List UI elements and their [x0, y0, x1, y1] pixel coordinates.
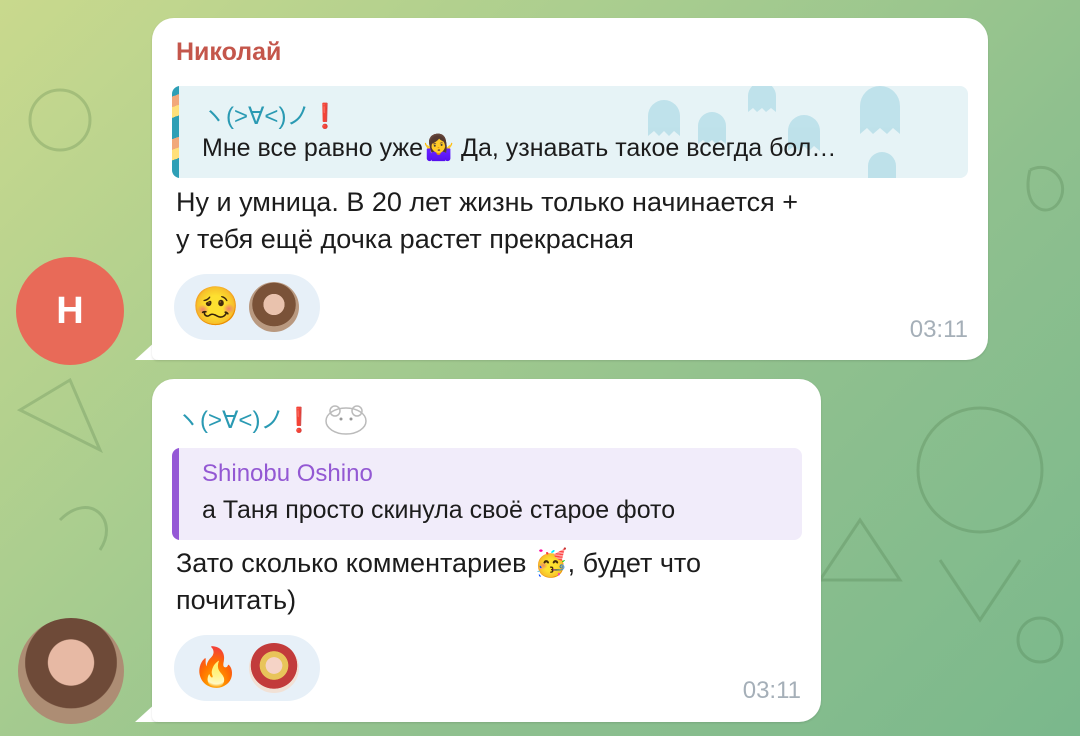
reply-author: ヽ(>∀<)ノ❗	[202, 103, 341, 130]
message-text: Ну и умница. В 20 лет жизнь только начин…	[176, 184, 798, 258]
sender-avatar[interactable]: Н	[16, 257, 124, 365]
avatar-letter: Н	[56, 289, 84, 332]
hamster-sticker-icon	[325, 405, 368, 435]
message-line: у тебя ещё дочка растет прекрасная	[176, 224, 634, 254]
message-time: 03:11	[742, 677, 801, 704]
message-text: Зато сколько комментариев 🥳, будет что п…	[176, 545, 701, 619]
sender-avatar[interactable]	[18, 618, 124, 724]
reactor-avatar	[249, 643, 300, 693]
reaction-emoji: 🔥	[192, 647, 240, 689]
reply-author: Shinobu Oshino	[202, 460, 373, 487]
message-time: 03:11	[909, 316, 968, 343]
message-line: почитать)	[176, 585, 297, 615]
reaction-chip[interactable]: 🔥	[174, 635, 320, 701]
reaction-chip[interactable]: 🥴	[174, 274, 320, 340]
message-line: Ну и умница. В 20 лет жизнь только начин…	[176, 187, 799, 217]
sender-kaomoji: ヽ(>∀<)ノ❗	[176, 406, 315, 434]
ghost-pattern-icon	[648, 86, 900, 178]
message-bubble[interactable]: ヽ(>∀<)ノ❗ Shinobu Oshino а Таня просто ск…	[152, 379, 821, 722]
reply-stripe	[172, 86, 179, 178]
reply-quote[interactable]: Shinobu Oshino а Таня просто скинула сво…	[172, 448, 802, 540]
reactor-avatar	[249, 282, 300, 332]
sender-name[interactable]: ヽ(>∀<)ノ❗	[176, 397, 370, 437]
reply-text: а Таня просто скинула своё старое фото	[202, 496, 676, 524]
reply-text: Мне все равно уже🤷‍♀️ Да, узнавать такое…	[202, 134, 837, 162]
reply-stripe	[172, 448, 179, 540]
reaction-emoji: 🥴	[192, 286, 240, 328]
message-line: Зато сколько комментариев 🥳, будет что	[176, 548, 702, 578]
reply-quote[interactable]: ヽ(>∀<)ノ❗ Мне все равно уже🤷‍♀️ Да, узнав…	[172, 86, 968, 178]
sender-name[interactable]: Николай	[176, 38, 281, 67]
message-bubble[interactable]: Николай ヽ(>∀<)ノ❗ Мне все равно уже🤷‍♀️ Д…	[152, 18, 988, 360]
